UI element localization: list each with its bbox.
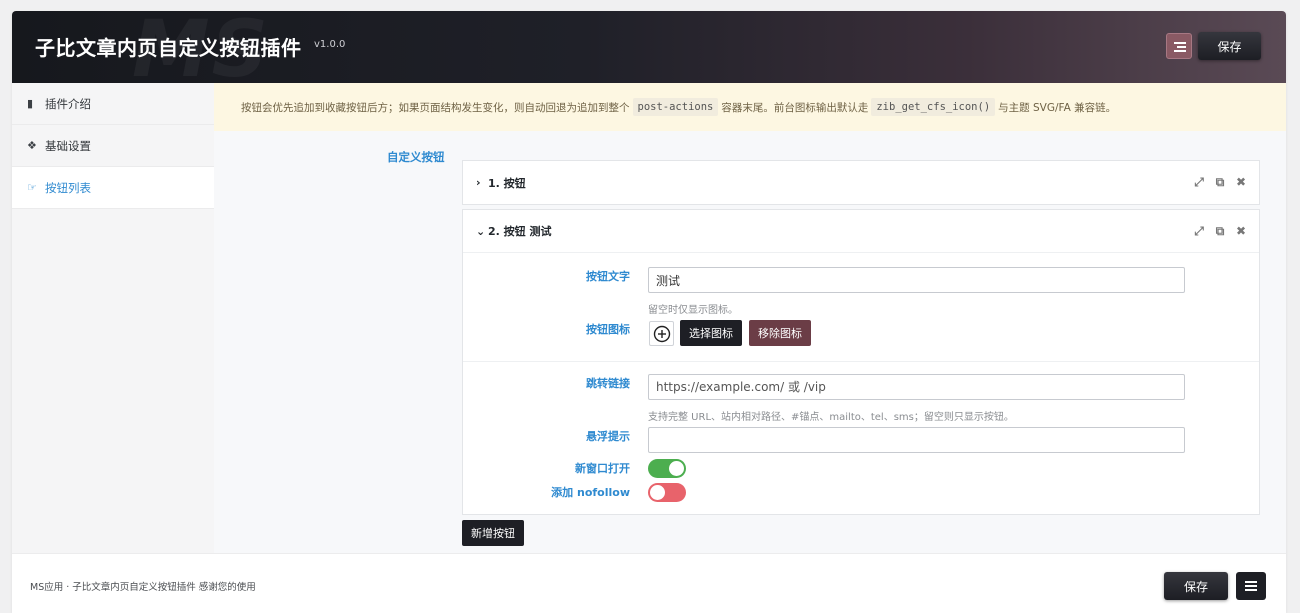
plugin-settings-window: MS 子比文章内页自定义按钮插件 v1.0.0 保存 ▮ 插件介绍 ❖ 基础设置… <box>12 11 1286 613</box>
plus-circle-icon <box>649 321 674 346</box>
new-window-toggle[interactable] <box>648 459 686 478</box>
tooltip-input[interactable] <box>648 427 1185 453</box>
expand-icon[interactable]: ⤢ <box>1193 224 1205 238</box>
expand-menu-button[interactable] <box>1166 33 1192 59</box>
accordion-header[interactable]: ⌄ 2. 按钮 测试 ⤢ ⧉ ✖ <box>463 210 1259 253</box>
nofollow-toggle[interactable] <box>648 483 686 502</box>
button-text-label: 按钮文字 <box>586 270 630 283</box>
remove-icon-button[interactable]: 移除图标 <box>749 320 811 346</box>
clone-icon[interactable]: ⧉ <box>1214 175 1226 189</box>
book-icon: ▮ <box>27 97 34 110</box>
sidebar: ▮ 插件介绍 ❖ 基础设置 ☞ 按钮列表 <box>12 83 214 553</box>
accordion-tools: ⤢ ⧉ ✖ <box>1193 224 1247 239</box>
save-button[interactable]: 保存 <box>1198 32 1261 60</box>
nofollow-label: 添加 nofollow <box>551 486 630 499</box>
button-text-help: 留空时仅显示图标。 <box>648 305 738 316</box>
notice-code: post-actions <box>632 98 719 116</box>
chevron-right-icon: › <box>476 176 481 189</box>
footer-text: MS应用 · 子比文章内页自定义按钮插件 感谢您的使用 <box>30 582 256 593</box>
field-label: 自定义按钮 <box>387 150 445 164</box>
accordion-title: 1. 按钮 <box>488 176 526 190</box>
sidebar-item-label: 按钮列表 <box>45 180 91 195</box>
version-label: v1.0.0 <box>314 39 346 50</box>
hand-pointer-icon: ☞ <box>27 181 37 194</box>
link-input[interactable] <box>648 374 1185 400</box>
sidebar-item-label: 基础设置 <box>45 138 91 153</box>
notice-banner: 按钮会优先追加到收藏按钮后方；如果页面结构发生变化，则自动回退为追加到整个 po… <box>214 83 1286 131</box>
sidebar-item-label: 插件介绍 <box>45 96 91 111</box>
notice-text: 按钮会优先追加到收藏按钮后方；如果页面结构发生变化，则自动回退为追加到整个 <box>241 101 630 114</box>
choose-icon-button[interactable]: 选择图标 <box>680 320 742 346</box>
accordion-header[interactable]: › 1. 按钮 ⤢ ⧉ ✖ <box>463 161 1259 204</box>
close-icon[interactable]: ✖ <box>1235 175 1247 189</box>
button-text-input[interactable] <box>648 267 1185 293</box>
tooltip-label: 悬浮提示 <box>586 430 630 443</box>
sidebar-item-intro[interactable]: ▮ 插件介绍 <box>12 83 214 125</box>
button-icon-label: 按钮图标 <box>586 323 630 336</box>
link-help: 支持完整 URL、站内相对路径、#锚点、mailto、tel、sms；留空则只显… <box>648 412 1014 423</box>
info-circle-icon: ❖ <box>27 139 37 152</box>
notice-text: 容器末尾。前台图标输出默认走 <box>721 101 869 114</box>
notice-text: 与主题 SVG/FA 兼容链。 <box>998 101 1117 114</box>
button-group-1: › 1. 按钮 ⤢ ⧉ ✖ <box>462 160 1260 205</box>
sidebar-item-basic-settings[interactable]: ❖ 基础设置 <box>12 125 214 167</box>
notice-code: zib_get_cfs_icon() <box>871 98 996 116</box>
link-label: 跳转链接 <box>586 377 630 390</box>
footer: MS应用 · 子比文章内页自定义按钮插件 感谢您的使用 保存 <box>12 553 1286 613</box>
divider <box>463 361 1259 362</box>
main-content: 自定义按钮 › 1. 按钮 ⤢ ⧉ ✖ ⌄ 2. 按钮 测试 ⤢ ⧉ ✖ 按钮文… <box>214 131 1286 553</box>
page-title: 子比文章内页自定义按钮插件 <box>35 36 302 60</box>
sidebar-item-button-list[interactable]: ☞ 按钮列表 <box>12 167 214 209</box>
footer-menu-button[interactable] <box>1236 572 1266 600</box>
accordion-title: 2. 按钮 测试 <box>488 225 552 238</box>
new-window-label: 新窗口打开 <box>575 462 630 475</box>
add-button[interactable]: 新增按钮 <box>462 520 524 546</box>
accordion-tools: ⤢ ⧉ ✖ <box>1193 175 1247 190</box>
button-group-2: ⌄ 2. 按钮 测试 ⤢ ⧉ ✖ 按钮文字 留空时仅显示图标。 按钮图标 选择图… <box>462 209 1260 515</box>
header: MS 子比文章内页自定义按钮插件 v1.0.0 保存 <box>12 11 1286 83</box>
clone-icon[interactable]: ⧉ <box>1214 224 1226 238</box>
close-icon[interactable]: ✖ <box>1235 224 1247 238</box>
footer-save-button[interactable]: 保存 <box>1164 572 1228 600</box>
chevron-down-icon: ⌄ <box>476 224 486 238</box>
expand-icon[interactable]: ⤢ <box>1193 175 1205 189</box>
